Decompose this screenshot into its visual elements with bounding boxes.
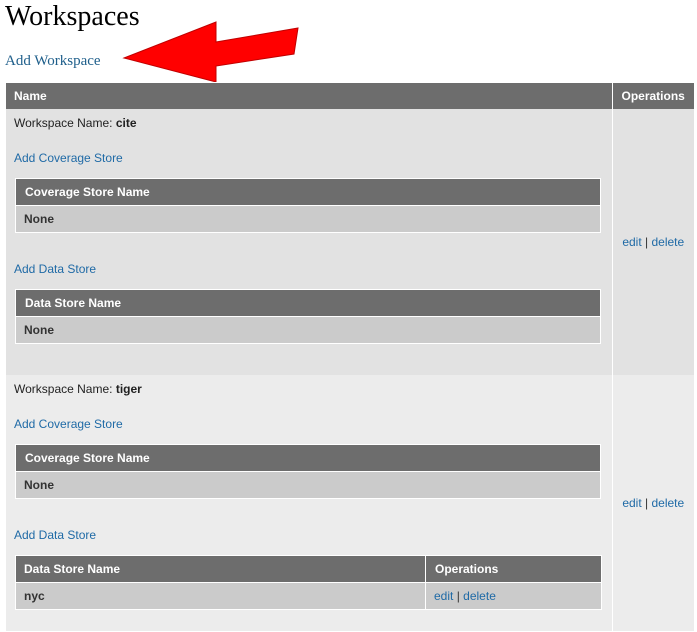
delete-workspace-link[interactable]: delete — [651, 235, 684, 249]
workspaces-table: Name Operations Workspace Name: cite Add… — [6, 83, 694, 631]
coverage-store-value: None — [15, 205, 601, 233]
delete-workspace-link[interactable]: delete — [651, 496, 684, 510]
add-coverage-store-link[interactable]: Add Coverage Store — [14, 417, 123, 431]
coverage-store-name-header: Coverage Store Name — [15, 178, 601, 206]
separator: | — [645, 235, 649, 249]
delete-data-store-link[interactable]: delete — [463, 589, 496, 603]
separator: | — [456, 589, 460, 603]
add-data-store-link[interactable]: Add Data Store — [14, 528, 96, 542]
workspace-name-value: cite — [115, 116, 137, 130]
data-store-name-header: Data Store Name — [15, 289, 601, 317]
data-store-operations: edit | delete — [425, 582, 602, 610]
workspace-cell: Workspace Name: tiger Add Coverage Store… — [6, 375, 612, 631]
workspace-name-label: Workspace Name: — [14, 382, 113, 396]
table-row: Workspace Name: tiger Add Coverage Store… — [6, 375, 694, 631]
workspace-name: Workspace Name: tiger — [14, 382, 142, 396]
table-row: Workspace Name: cite Add Coverage Store … — [6, 109, 694, 375]
workspaces-table-header: Name Operations — [6, 83, 694, 109]
coverage-store-value: None — [15, 471, 601, 499]
add-coverage-store-link[interactable]: Add Coverage Store — [14, 151, 123, 165]
data-store-name-header: Data Store Name — [15, 555, 426, 583]
name-column-header: Name — [6, 83, 613, 109]
data-store-table: Data Store Name None — [15, 289, 601, 344]
coverage-store-table: Coverage Store Name None — [15, 178, 601, 233]
edit-workspace-link[interactable]: edit — [622, 496, 641, 510]
coverage-store-name-header: Coverage Store Name — [15, 444, 601, 472]
data-store-operations-header: Operations — [425, 555, 602, 583]
workspace-name: Workspace Name: cite — [14, 116, 137, 130]
data-store-value: None — [15, 316, 601, 344]
coverage-store-table: Coverage Store Name None — [15, 444, 601, 499]
red-arrow-icon — [122, 21, 299, 82]
data-store-value: nyc — [15, 582, 426, 610]
workspace-name-label: Workspace Name: — [14, 116, 113, 130]
workspace-cell: Workspace Name: cite Add Coverage Store … — [6, 109, 612, 375]
edit-workspace-link[interactable]: edit — [622, 235, 641, 249]
add-data-store-link[interactable]: Add Data Store — [14, 262, 96, 276]
add-workspace-link[interactable]: Add Workspace — [5, 53, 101, 70]
workspace-name-value: tiger — [115, 382, 142, 396]
edit-data-store-link[interactable]: edit — [434, 589, 453, 603]
workspace-operations: edit | delete — [611, 109, 694, 375]
operations-column-header: Operations — [612, 83, 694, 109]
data-store-table: Data Store Name Operations nyc edit | de… — [15, 555, 602, 610]
separator: | — [645, 496, 649, 510]
workspace-operations: edit | delete — [611, 375, 694, 631]
